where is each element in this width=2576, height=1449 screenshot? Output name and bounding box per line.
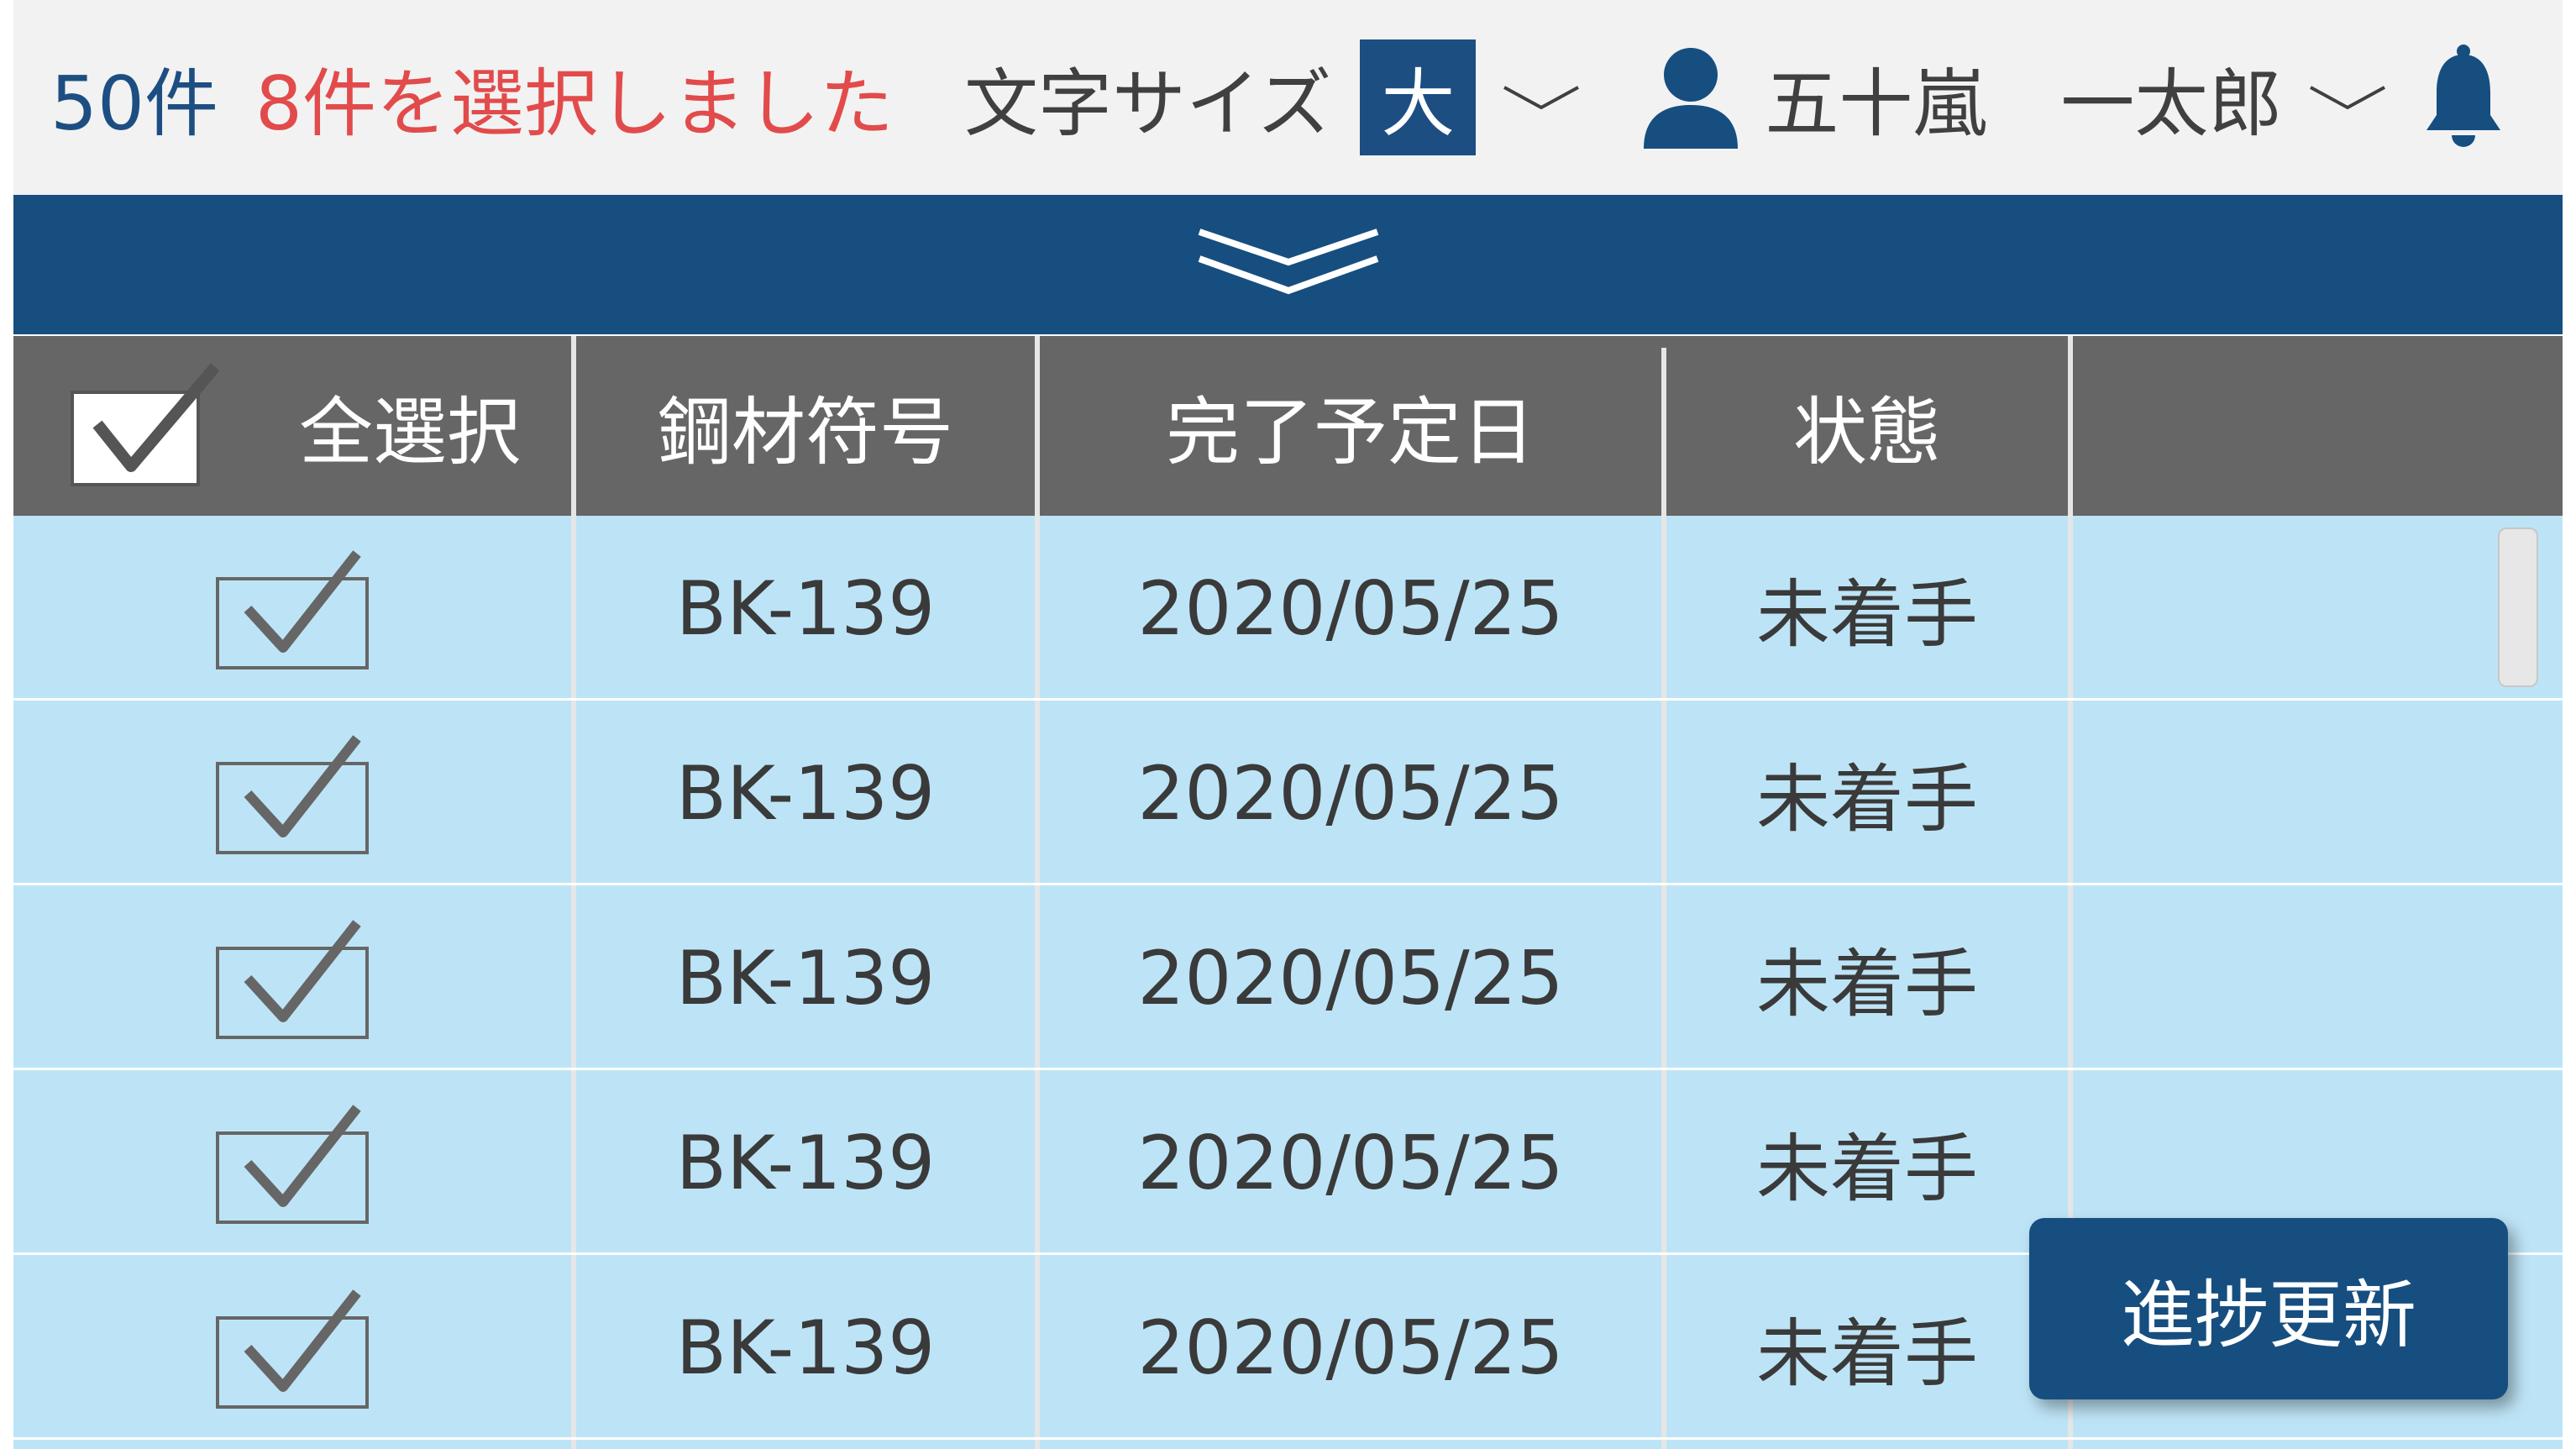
code-cell: BK-139 — [675, 749, 936, 837]
status-cell: 未着手 — [1755, 940, 1978, 1027]
chevron-down-icon[interactable] — [2307, 81, 2388, 114]
font-size-label: 文字サイズ — [963, 60, 1332, 147]
row-select-cell — [13, 701, 571, 885]
user-icon — [1640, 43, 1741, 152]
double-chevron-down-icon — [1196, 225, 1381, 304]
row-checkbox[interactable] — [214, 915, 370, 1041]
code-cell: BK-139 — [675, 934, 936, 1021]
user-name[interactable]: 五十嵐 一太郎 — [1765, 45, 2282, 151]
table-row[interactable]: BK-139 2020/05/25 未着手 — [13, 701, 2563, 885]
select-all-checkbox[interactable] — [64, 359, 232, 493]
select-all-header: 全選択 — [13, 336, 571, 516]
row-select-cell — [13, 1255, 571, 1440]
code-cell: BK-139 — [675, 1304, 936, 1391]
row-checkbox[interactable] — [214, 1284, 370, 1410]
row-checkbox[interactable] — [214, 545, 370, 671]
selection-message: 8件を選択しました — [254, 60, 894, 147]
due-date-cell: 2020/05/25 — [1137, 749, 1564, 837]
chevron-down-icon[interactable] — [1501, 81, 1582, 114]
column-divider — [2068, 336, 2073, 516]
row-select-cell — [13, 516, 571, 701]
collapse-toggle[interactable] — [13, 195, 2563, 334]
row-checkbox[interactable] — [214, 1100, 370, 1226]
table-row[interactable]: BK-139 2020/05/25 未着手 — [13, 885, 2563, 1070]
due-date-cell: 2020/05/25 — [1137, 564, 1564, 652]
code-cell: BK-139 — [675, 564, 936, 652]
select-all-label: 全選択 — [298, 388, 521, 475]
app-screen: 50件 8件を選択しました 文字サイズ 大 五十嵐 一太郎 全選択 鋼材符号 完… — [0, 0, 2576, 1449]
status-cell: 未着手 — [1755, 1310, 1978, 1397]
column-header-status[interactable]: 状態 — [1666, 336, 2068, 516]
bell-icon[interactable] — [2421, 43, 2505, 152]
total-count: 50件 — [50, 60, 218, 147]
progress-update-button[interactable]: 進捗更新 — [2029, 1218, 2508, 1399]
code-cell: BK-139 — [675, 1119, 936, 1206]
column-header-due-date[interactable]: 完了予定日 — [1040, 336, 1661, 516]
status-cell: 未着手 — [1755, 755, 1978, 843]
table-row[interactable]: BK-139 2020/05/25 未着手 — [13, 516, 2563, 701]
scrollbar-thumb[interactable] — [2498, 528, 2538, 687]
due-date-cell: 2020/05/25 — [1137, 1119, 1564, 1206]
font-size-select[interactable]: 大 — [1360, 39, 1477, 155]
status-cell: 未着手 — [1755, 1125, 1978, 1212]
row-select-cell — [13, 885, 571, 1070]
due-date-cell: 2020/05/25 — [1137, 934, 1564, 1021]
status-cell: 未着手 — [1755, 570, 1978, 658]
due-date-cell: 2020/05/25 — [1137, 1304, 1564, 1391]
top-bar: 50件 8件を選択しました 文字サイズ 大 五十嵐 一太郎 — [13, 0, 2563, 195]
table-header: 全選択 鋼材符号 完了予定日 状態 — [13, 336, 2563, 516]
row-checkbox[interactable] — [214, 730, 370, 856]
column-header-code[interactable]: 鋼材符号 — [576, 336, 1035, 516]
row-select-cell — [13, 1070, 571, 1255]
